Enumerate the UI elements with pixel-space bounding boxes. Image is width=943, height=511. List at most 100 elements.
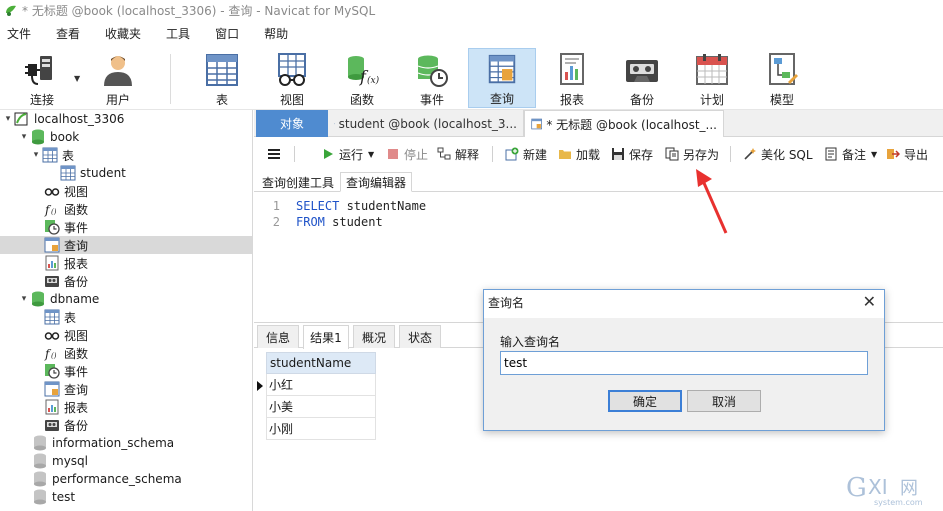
table-icon: [60, 165, 76, 181]
ok-button[interactable]: 确定: [608, 390, 682, 412]
tree-backups-dbname[interactable]: 备份: [44, 416, 88, 434]
tree-tables-dbname[interactable]: 表: [44, 308, 76, 326]
tree-database-information-schema[interactable]: information_schema: [32, 434, 174, 452]
tab-status[interactable]: 状态: [399, 325, 441, 348]
query-icon: [488, 54, 516, 84]
tree-item-label: test: [52, 490, 76, 504]
collapse-icon[interactable]: ▾: [18, 132, 30, 142]
svg-text:(): (): [51, 208, 57, 216]
save-button[interactable]: 保存: [610, 144, 653, 164]
tab-result1[interactable]: 结果1: [303, 325, 349, 349]
collapse-icon[interactable]: ▾: [2, 114, 14, 124]
tree-tables-book[interactable]: ▾ 表: [30, 146, 74, 164]
tab-profile[interactable]: 概况: [353, 325, 395, 348]
user-button[interactable]: 用户: [86, 48, 150, 108]
tree-views-book[interactable]: 视图: [44, 182, 88, 200]
tree-reports-dbname[interactable]: 报表: [44, 398, 88, 416]
menu-file[interactable]: 文件: [0, 25, 39, 42]
navicat-logo-icon: [6, 5, 16, 16]
backup-icon: [44, 417, 60, 433]
comment-dropdown-icon[interactable]: ▼: [871, 150, 877, 159]
explain-icon: [436, 146, 452, 162]
tree-database-performance-schema[interactable]: performance_schema: [32, 470, 182, 488]
view-button[interactable]: 视图: [260, 48, 324, 108]
table-row[interactable]: 小刚: [266, 418, 376, 440]
document-tabs: 对象 student @book (localhost_3... * 无标题 @…: [254, 110, 943, 137]
save-as-button[interactable]: 另存为: [664, 144, 719, 164]
dialog-body: 输入查询名 确定 取消: [484, 318, 884, 430]
tree-item-label: 备份: [64, 274, 89, 289]
tab-info[interactable]: 信息: [257, 325, 299, 348]
tree-events-book[interactable]: 事件: [44, 218, 88, 236]
tree-queries-dbname[interactable]: 查询: [44, 380, 88, 398]
run-label: 运行: [339, 147, 364, 162]
gxi-watermark-logo: G XI 网 system.com: [846, 473, 923, 507]
menu-hamburger-icon[interactable]: [266, 144, 282, 164]
backup-button[interactable]: 备份: [610, 48, 674, 108]
tree-table-student[interactable]: student: [60, 164, 126, 182]
collapse-icon[interactable]: ▾: [18, 294, 30, 304]
menu-favorites[interactable]: 收藏夹: [97, 25, 149, 42]
menu-help[interactable]: 帮助: [256, 25, 296, 42]
menu-bar: 文件 查看 收藏夹 工具 窗口 帮助: [0, 22, 943, 44]
backup-icon: [44, 273, 60, 289]
model-button[interactable]: 模型: [750, 48, 814, 108]
tree-queries-book[interactable]: 查询: [0, 236, 252, 254]
collapse-icon[interactable]: ▾: [30, 150, 42, 160]
stop-button[interactable]: 停止: [385, 144, 428, 164]
column-header-studentname[interactable]: studentName: [266, 352, 376, 374]
run-dropdown-icon[interactable]: ▼: [368, 150, 374, 159]
folder-icon: [557, 146, 573, 162]
table-button[interactable]: 表: [190, 48, 254, 108]
menu-tools[interactable]: 工具: [158, 25, 198, 42]
tab-query-builder[interactable]: 查询创建工具: [257, 172, 339, 192]
tab-objects[interactable]: 对象: [256, 110, 328, 137]
tab-student-table[interactable]: student @book (localhost_3...: [328, 110, 524, 137]
event-button[interactable]: 事件: [400, 48, 464, 108]
tree-connection-localhost[interactable]: ▾ localhost_3306: [2, 110, 125, 128]
table-row[interactable]: 小美: [266, 396, 376, 418]
tree-reports-book[interactable]: 报表: [44, 254, 88, 272]
svg-text:XI: XI: [868, 475, 888, 499]
menu-window[interactable]: 窗口: [207, 25, 247, 42]
database-icon: [30, 291, 46, 307]
event-label: 事件: [419, 93, 444, 107]
tab-untitled-query[interactable]: * 无标题 @book (localhost_...: [524, 110, 724, 137]
event-icon: [44, 219, 60, 235]
table-row[interactable]: 小红: [266, 374, 376, 396]
tree-backups-book[interactable]: 备份: [44, 272, 88, 290]
connect-button[interactable]: 连接: [10, 48, 74, 108]
new-button[interactable]: 新建: [504, 144, 547, 164]
tree-database-test[interactable]: test: [32, 488, 75, 506]
tree-functions-dbname[interactable]: f() 函数: [44, 344, 88, 362]
comment-icon: [823, 146, 839, 162]
line-number: 2: [272, 215, 280, 229]
tree-events-dbname[interactable]: 事件: [44, 362, 88, 380]
beautify-sql-button[interactable]: 美化 SQL: [742, 144, 813, 164]
report-button[interactable]: 报表: [540, 48, 604, 108]
tab-query-editor[interactable]: 查询编辑器: [340, 172, 413, 192]
tree-database-book[interactable]: ▾ book: [18, 128, 79, 146]
window-title: * 无标题 @book (localhost_3306) - 查询 - Navi…: [22, 3, 376, 18]
comment-button[interactable]: 备注 ▼: [823, 144, 877, 164]
connect-dropdown-icon[interactable]: ▼: [74, 74, 80, 83]
dialog-title: 查询名: [488, 296, 525, 310]
run-button[interactable]: 运行 ▼: [320, 144, 374, 164]
query-button[interactable]: 查询: [468, 48, 536, 108]
schedule-icon: [696, 54, 728, 85]
close-icon[interactable]: ✕: [863, 292, 876, 311]
load-button[interactable]: 加载: [557, 144, 600, 164]
tree-database-dbname[interactable]: ▾ dbname: [18, 290, 99, 308]
query-name-input[interactable]: [500, 351, 868, 375]
schedule-button[interactable]: 计划: [680, 48, 744, 108]
export-button[interactable]: 导出: [885, 144, 928, 164]
tree-item-label: 函数: [64, 202, 89, 217]
cancel-button[interactable]: 取消: [687, 390, 761, 412]
table-icon: [42, 147, 58, 163]
menu-view[interactable]: 查看: [48, 25, 88, 42]
tree-views-dbname[interactable]: 视图: [44, 326, 88, 344]
tree-functions-book[interactable]: f() 函数: [44, 200, 88, 218]
function-button[interactable]: f (x) 函数: [330, 48, 394, 108]
explain-button[interactable]: 解释: [436, 144, 479, 164]
tree-database-mysql[interactable]: mysql: [32, 452, 88, 470]
